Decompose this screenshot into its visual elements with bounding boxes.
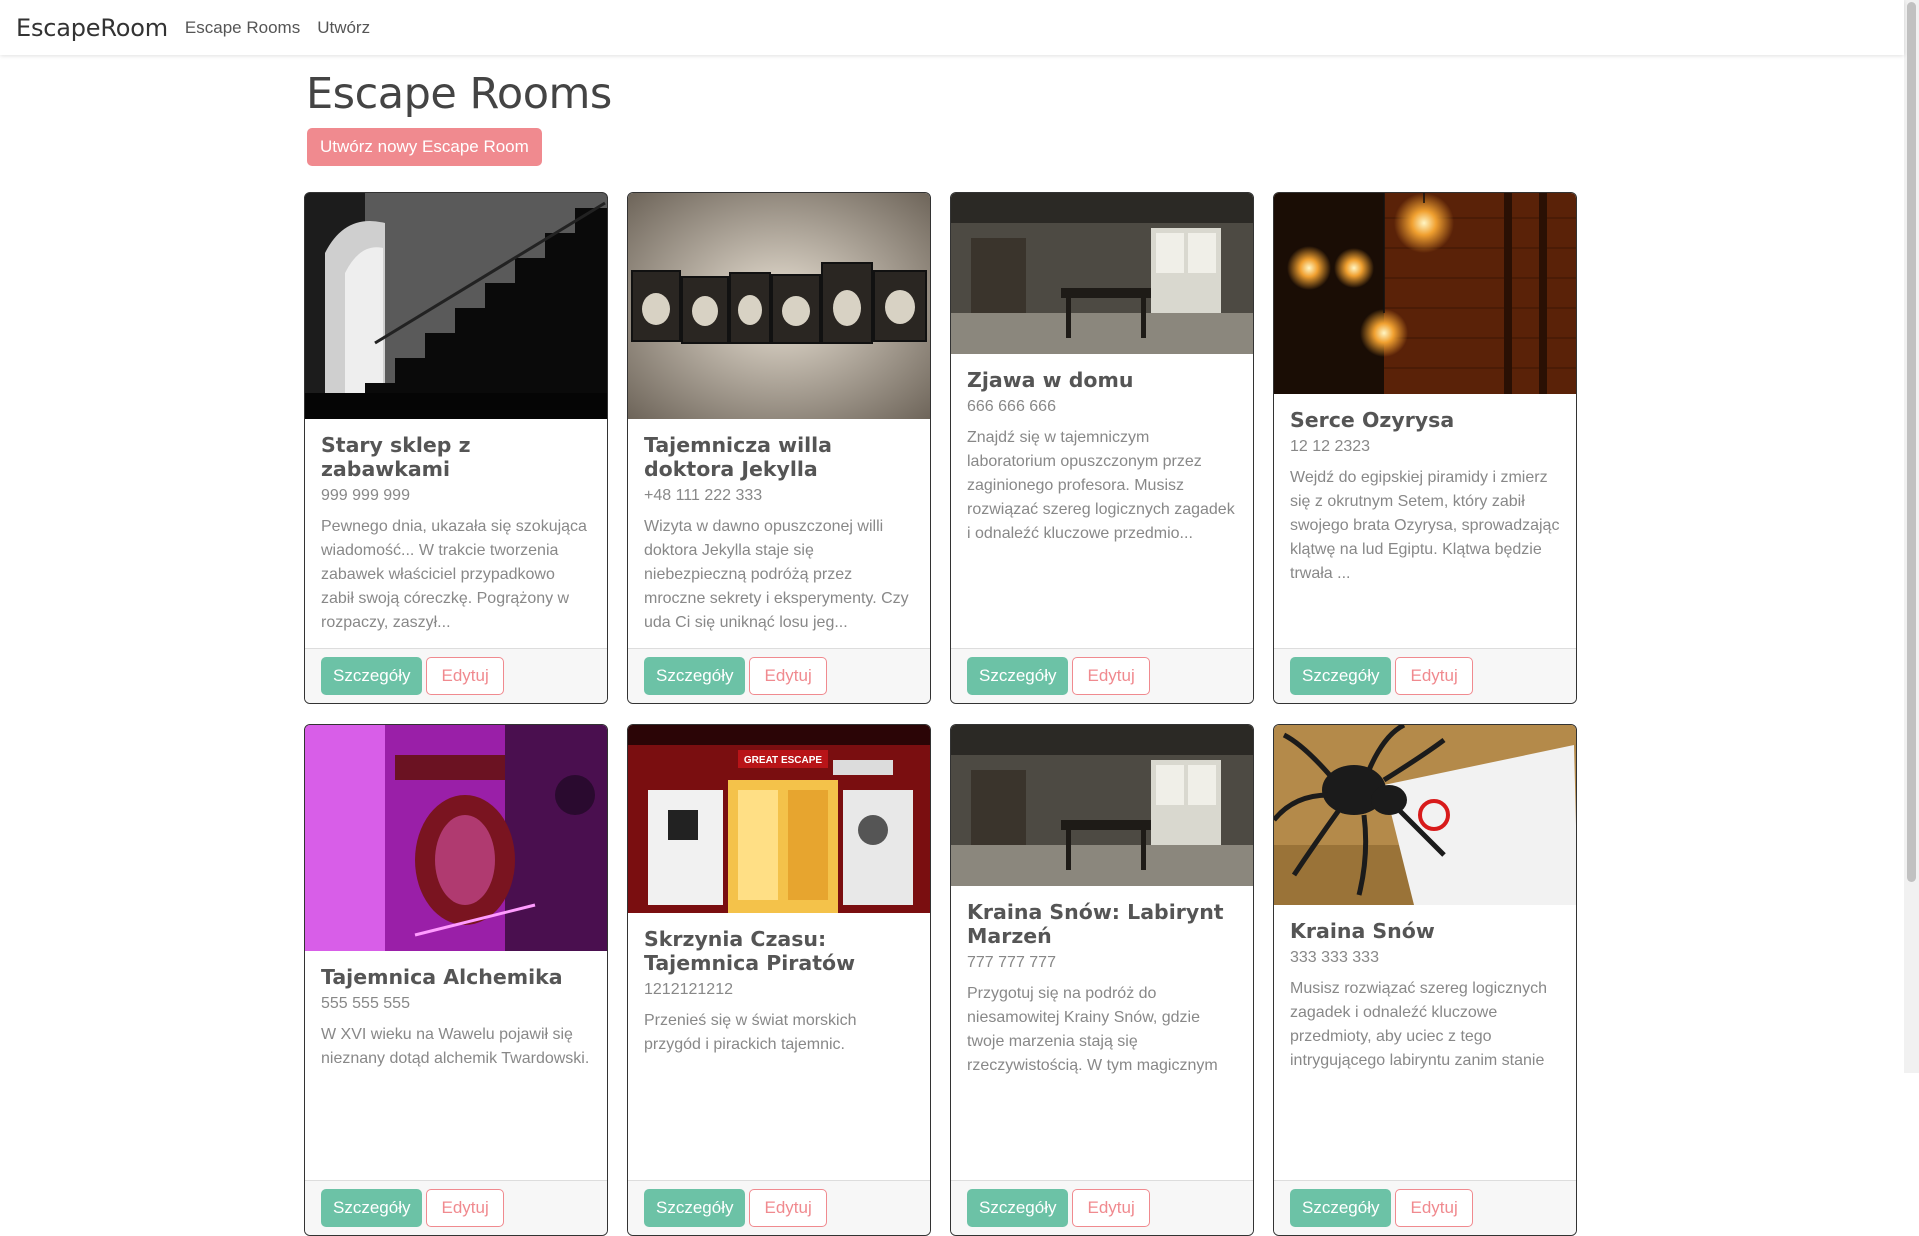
card-title[interactable]: Kraina Snów: Labirynt Marzeń [967, 900, 1237, 948]
card-title[interactable]: Serce Ozyrysa [1290, 408, 1560, 432]
edit-button[interactable]: Edytuj [1072, 1189, 1150, 1227]
card-phone: +48 111 222 333 [644, 487, 763, 504]
scrollbar-thumb[interactable] [1907, 2, 1916, 882]
escape-room-card: Tajemnicza willa doktora Jekylla +48 111… [627, 192, 931, 704]
card-footer: Szczegóły Edytuj [1274, 1180, 1576, 1235]
card-title[interactable]: Skrzynia Czasu: Tajemnica Piratów [644, 927, 914, 975]
dark-staircase-image [305, 193, 607, 419]
card-title[interactable]: Tajemnica Alchemika [321, 965, 591, 989]
escape-room-card: Serce Ozyrysa 12 12 2323 Wejdź do egipsk… [1273, 192, 1577, 704]
escape-room-card: Kraina Snów: Labirynt Marzeń 777 777 777… [950, 724, 1254, 1236]
edit-button[interactable]: Edytuj [1395, 657, 1473, 695]
card-description: Przenieś się w świat morskich przygód i … [644, 1012, 857, 1053]
edit-button[interactable]: Edytuj [749, 657, 827, 695]
card-title[interactable]: Stary sklep z zabawkami [321, 433, 591, 481]
abandoned-room-image [951, 725, 1253, 886]
card-description: Wejdź do egipskiej piramidy i zmierz się… [1290, 469, 1560, 582]
brick-wall-lamps-image [1274, 193, 1576, 394]
escape-room-card: Tajemnica Alchemika 555 555 555 W XVI wi… [304, 724, 608, 1236]
edit-button[interactable]: Edytuj [426, 657, 504, 695]
card-footer: Szczegóły Edytuj [1274, 648, 1576, 703]
page-scrollbar[interactable] [1904, 0, 1919, 1073]
card-description: Musisz rozwiązać szereg logicznych zagad… [1290, 980, 1547, 1069]
spider-room-escape-image [1274, 725, 1576, 905]
details-button[interactable]: Szczegóły [644, 657, 746, 695]
card-phone: 777 777 777 [967, 954, 1056, 971]
details-button[interactable]: Szczegóły [967, 1189, 1069, 1227]
card-description: Przygotuj się na podróż do niesamowitej … [967, 985, 1218, 1074]
card-phone: 999 999 999 [321, 487, 410, 504]
abandoned-room-image [951, 193, 1253, 354]
edit-button[interactable]: Edytuj [426, 1189, 504, 1227]
card-title[interactable]: Zjawa w domu [967, 368, 1237, 392]
edit-button[interactable]: Edytuj [749, 1189, 827, 1227]
purple-room-image [305, 725, 607, 951]
card-phone: 1212121212 [644, 981, 733, 998]
card-footer: Szczegóły Edytuj [305, 1180, 607, 1235]
escape-room-card: Zjawa w domu 666 666 666 Znajdź się w ta… [950, 192, 1254, 704]
card-footer: Szczegóły Edytuj [951, 648, 1253, 703]
storefront-sign: GREAT ESCAPE [744, 755, 822, 766]
card-description: Pewnego dnia, ukazała się szokująca wiad… [321, 518, 587, 631]
escape-room-card: Kraina Snów 333 333 333 Musisz rozwiązać… [1273, 724, 1577, 1236]
details-button[interactable]: Szczegóły [1290, 1189, 1392, 1227]
card-footer: Szczegóły Edytuj [305, 648, 607, 703]
details-button[interactable]: Szczegóły [321, 1189, 423, 1227]
navbar: EscapeRoom Escape Rooms Utwórz [0, 0, 1904, 55]
card-title[interactable]: Kraina Snów [1290, 919, 1560, 943]
details-button[interactable]: Szczegóły [644, 1189, 746, 1227]
great-escape-storefront-image: GREAT ESCAPE [628, 725, 930, 913]
details-button[interactable]: Szczegóły [1290, 657, 1392, 695]
card-footer: Szczegóły Edytuj [628, 1180, 930, 1235]
card-phone: 555 555 555 [321, 995, 410, 1012]
card-phone: 666 666 666 [967, 398, 1056, 415]
details-button[interactable]: Szczegóły [967, 657, 1069, 695]
nav-link-create[interactable]: Utwórz [317, 18, 370, 38]
card-description: Wizyta w dawno opuszczonej willi doktora… [644, 518, 909, 631]
escape-letterpress-image [628, 193, 930, 419]
escape-room-card: GREAT ESCAPE Skrzynia Czasu: Tajemnica P… [627, 724, 931, 1236]
nav-link-escape-rooms[interactable]: Escape Rooms [185, 18, 300, 38]
escape-room-grid: Stary sklep z zabawkami 999 999 999 Pewn… [304, 192, 1577, 1236]
create-escape-room-button[interactable]: Utwórz nowy Escape Room [307, 128, 542, 166]
details-button[interactable]: Szczegóły [321, 657, 423, 695]
card-footer: Szczegóły Edytuj [951, 1180, 1253, 1235]
card-phone: 333 333 333 [1290, 949, 1379, 966]
edit-button[interactable]: Edytuj [1072, 657, 1150, 695]
navbar-brand[interactable]: EscapeRoom [16, 14, 168, 42]
page-title: Escape Rooms [306, 69, 612, 119]
card-description: W XVI wieku na Wawelu pojawił się niezna… [321, 1026, 590, 1067]
edit-button[interactable]: Edytuj [1395, 1189, 1473, 1227]
card-footer: Szczegóły Edytuj [628, 648, 930, 703]
card-title[interactable]: Tajemnicza willa doktora Jekylla [644, 433, 914, 481]
card-phone: 12 12 2323 [1290, 438, 1371, 455]
escape-room-card: Stary sklep z zabawkami 999 999 999 Pewn… [304, 192, 608, 704]
card-description: Znajdź się w tajemniczym laboratorium op… [967, 429, 1235, 542]
